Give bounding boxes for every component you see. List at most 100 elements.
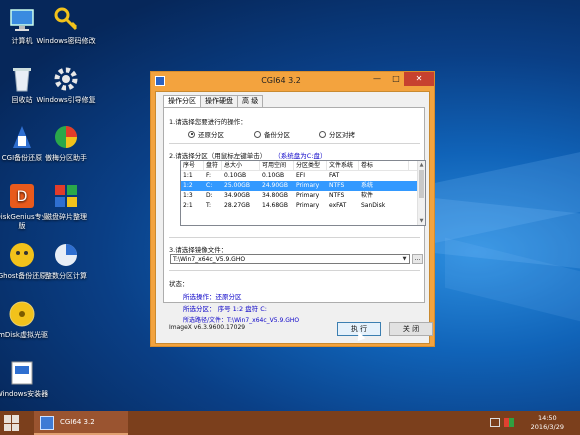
action-center-icon[interactable] (504, 418, 514, 427)
desktop-icon-label: 傲梅分区助手 (45, 154, 87, 162)
status-operation: 所选操作：还原分区 (183, 293, 242, 301)
gear-icon (51, 64, 81, 94)
window-client: 操作分区 操作硬盘 高 级 1.请选择您要进行的操作： 还原分区 备份分区 分区… (155, 91, 433, 344)
divider (169, 237, 420, 238)
cgi-app-icon (40, 416, 54, 430)
radio-restore[interactable]: 还原分区 (188, 129, 224, 139)
radio-label: 备份分区 (264, 131, 290, 139)
close-button[interactable]: 关 闭 (389, 322, 433, 336)
step2-text: 2.请选择分区（用鼠标左键单击） (169, 152, 267, 160)
taskbar-item-label: CGI64 3.2 (60, 418, 95, 426)
table-cell: 系统 (361, 182, 374, 189)
table-cell: Primary (296, 182, 320, 189)
column-header[interactable]: 文件系统 (327, 161, 359, 171)
table-cell: 28.27GB (224, 202, 250, 209)
desktop-icon-label: Windows安装器 (0, 390, 49, 398)
title-bar[interactable]: CGI64 3.2 — □ ✕ (151, 72, 434, 90)
chevron-down-icon[interactable]: ▼ (400, 255, 409, 263)
tab-panel: 1.请选择您要进行的操作： 还原分区 备份分区 分区对拷 2.请选择分区（用鼠标… (163, 107, 426, 324)
desktop-icon-installer[interactable]: Windows安装器 (0, 358, 52, 399)
key-icon (51, 5, 81, 35)
desktop-icon-password[interactable]: Windows密码修改 (36, 5, 96, 46)
step1-label: 1.请选择您要进行的操作： (169, 118, 247, 126)
diskgenius-icon: D (7, 181, 37, 211)
cgi-window: CGI64 3.2 — □ ✕ 操作分区 操作硬盘 高 级 1.请选择您要进行的… (150, 71, 435, 347)
step3-label: 3.请选择镜像文件： (169, 246, 228, 254)
table-cell: FAT (329, 172, 340, 179)
table-header: 序号 盘符 总大小 可用空间 分区类型 文件系统 卷标 (181, 161, 425, 171)
clock[interactable]: 14:50 2016/3/29 (531, 414, 564, 432)
version-label: ImageX v6.3.9600.17029 (169, 324, 246, 331)
ghost-icon (7, 240, 37, 270)
table-cell: F: (206, 172, 212, 179)
table-cell: 软件 (361, 192, 374, 199)
table-cell: 1:3 (183, 192, 193, 199)
desktop-icon-label: Windows引导修复 (36, 96, 96, 104)
virtual-drive-icon (7, 299, 37, 329)
table-row[interactable]: 1:3 D: 34.90GB 34.80GB Primary NTFS 软件 (181, 191, 425, 201)
backup-tool-icon (7, 122, 37, 152)
desktop-icon-imdisk[interactable]: ImDisk虚拟光驱 (0, 299, 52, 340)
column-header[interactable]: 盘符 (204, 161, 222, 171)
table-row-selected[interactable]: 1:2 C: 25.00GB 24.90GB Primary NTFS 系统 (181, 181, 425, 191)
system-disk-note: （系统盘为C:盘） (274, 152, 327, 160)
desktop-icon-partition-calc[interactable]: 整数分区计算 (36, 240, 96, 281)
table-cell: C: (206, 182, 213, 189)
radio-label: 分区对拷 (329, 131, 355, 139)
table-cell: 2:1 (183, 202, 193, 209)
desktop-icon-defrag[interactable]: 磁盘碎片整理 (36, 181, 96, 222)
tab-advanced[interactable]: 高 级 (237, 95, 264, 107)
clock-date: 2016/3/29 (530, 423, 564, 431)
table-scrollbar[interactable]: ▲ ▼ (417, 161, 425, 225)
desktop-icon-aomei[interactable]: 傲梅分区助手 (36, 122, 96, 163)
taskbar-item-cgi[interactable]: CGI64 3.2 (34, 411, 128, 435)
partition-table[interactable]: 序号 盘符 总大小 可用空间 分区类型 文件系统 卷标 1:1 F: 0.10G… (180, 160, 426, 226)
browse-button[interactable]: ... (412, 254, 423, 264)
column-header[interactable]: 序号 (181, 161, 204, 171)
image-file-value: T:\Win7_x64c_V5.9.GHO (173, 256, 246, 263)
radio-backup[interactable]: 备份分区 (254, 129, 290, 139)
table-cell: 34.80GB (262, 192, 288, 199)
table-cell: 25.00GB (224, 182, 250, 189)
table-cell: Primary (296, 192, 320, 199)
radio-clone[interactable]: 分区对拷 (319, 129, 355, 139)
column-header[interactable]: 分区类型 (294, 161, 327, 171)
start-button[interactable] (4, 415, 20, 431)
column-header[interactable]: 卷标 (359, 161, 409, 171)
table-cell: 24.90GB (262, 182, 288, 189)
table-cell: D: (206, 192, 213, 199)
desktop-icon-boot-repair[interactable]: Windows引导修复 (36, 64, 96, 105)
table-cell: NTFS (329, 192, 345, 199)
table-row[interactable]: 1:1 F: 0.10GB 0.10GB EFI FAT (181, 171, 425, 181)
table-cell: T: (206, 202, 212, 209)
scroll-thumb[interactable] (419, 170, 424, 198)
table-cell: SanDisk (361, 202, 386, 209)
windows-logo-icon (4, 423, 11, 431)
tab-disk[interactable]: 操作硬盘 (200, 95, 238, 107)
desktop-icon-label: 磁盘碎片整理 (45, 213, 87, 221)
defrag-icon (51, 181, 81, 211)
keyboard-icon[interactable] (490, 418, 500, 427)
clock-time: 14:50 (537, 414, 557, 422)
radio-indicator[interactable] (188, 130, 195, 138)
scroll-up-icon[interactable]: ▲ (418, 161, 425, 169)
status-path: 所选路径/文件：T:\Win7_x64c_V5.9.GHO (183, 317, 300, 324)
minimize-button[interactable]: — (368, 72, 386, 86)
radio-indicator[interactable] (254, 130, 261, 138)
table-row[interactable]: 2:1 T: 28.27GB 14.68GB Primary exFAT San… (181, 201, 425, 211)
table-cell: Primary (296, 202, 320, 209)
column-header[interactable]: 总大小 (222, 161, 260, 171)
column-header[interactable]: 可用空间 (260, 161, 294, 171)
recycle-bin-icon (7, 64, 37, 94)
desktop-icon-label: 整数分区计算 (45, 272, 87, 280)
table-cell: 1:1 (183, 172, 193, 179)
table-cell: 14.68GB (262, 202, 288, 209)
radio-indicator[interactable] (319, 130, 326, 138)
status-label: 状态： (169, 280, 189, 288)
scroll-down-icon[interactable]: ▼ (418, 217, 425, 225)
computer-icon (7, 5, 37, 35)
maximize-button[interactable]: □ (387, 72, 405, 86)
close-icon[interactable]: ✕ (404, 72, 434, 86)
taskbar: CGI64 3.2 14:50 2016/3/29 (0, 411, 580, 435)
image-file-combo[interactable]: T:\Win7_x64c_V5.9.GHO ▼ (170, 254, 410, 264)
